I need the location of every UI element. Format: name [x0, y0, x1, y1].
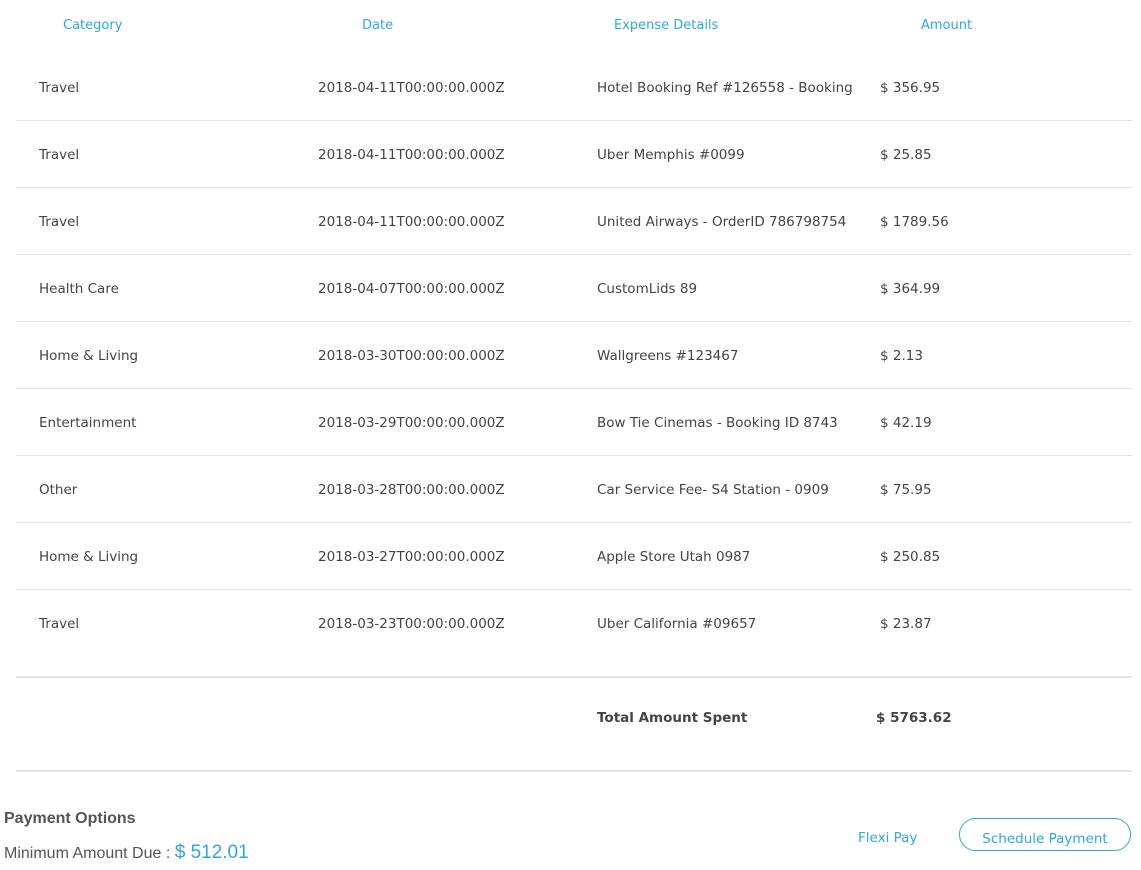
column-header-date: Date	[362, 18, 394, 33]
expense-details-cell: Bow Tie Cinemas - Booking ID 8743	[597, 415, 838, 431]
amount-cell: $ 364.99	[880, 281, 941, 297]
expense-details-cell: Apple Store Utah 0987	[597, 549, 751, 565]
category-cell: Entertainment	[39, 415, 137, 431]
date-cell: 2018-03-23T00:00:00.000Z	[318, 616, 505, 632]
total-divider-top	[16, 676, 1132, 678]
column-header-amount: Amount	[921, 18, 973, 33]
total-divider-bottom	[16, 770, 1132, 772]
category-cell: Health Care	[39, 281, 119, 297]
table-row: Home & Living 2018-03-30T00:00:00.000Z W…	[16, 322, 1132, 389]
table-row: Travel 2018-04-11T00:00:00.000Z United A…	[16, 188, 1132, 255]
category-cell: Home & Living	[39, 549, 139, 565]
expense-table-body: Travel 2018-04-11T00:00:00.000Z Hotel Bo…	[16, 54, 1132, 657]
expense-details-cell: Uber California #09657	[597, 616, 757, 632]
total-amount-label: Total Amount Spent	[597, 710, 748, 726]
minimum-amount-due-value: $ 512.01	[174, 842, 249, 863]
table-row: Travel 2018-04-11T00:00:00.000Z Uber Mem…	[16, 121, 1132, 188]
table-header: Category Date Expense Details Amount	[0, 0, 1141, 54]
table-row: Travel 2018-04-11T00:00:00.000Z Hotel Bo…	[16, 54, 1132, 121]
date-cell: 2018-04-11T00:00:00.000Z	[318, 214, 505, 230]
table-row: Travel 2018-03-23T00:00:00.000Z Uber Cal…	[16, 590, 1132, 657]
amount-cell: $ 1789.56	[880, 214, 949, 230]
minimum-amount-due: Minimum Amount Due : $ 512.01	[4, 842, 249, 864]
amount-cell: $ 23.87	[880, 616, 932, 632]
amount-cell: $ 2.13	[880, 348, 923, 364]
expense-details-cell: United Airways - OrderID 786798754	[597, 214, 847, 230]
amount-cell: $ 75.95	[880, 482, 932, 498]
date-cell: 2018-04-07T00:00:00.000Z	[318, 281, 505, 297]
amount-cell: $ 42.19	[880, 415, 932, 431]
schedule-payment-button[interactable]: Schedule Payment	[959, 818, 1131, 851]
amount-cell: $ 250.85	[880, 549, 941, 565]
date-cell: 2018-04-11T00:00:00.000Z	[318, 147, 505, 163]
table-row: Entertainment 2018-03-29T00:00:00.000Z B…	[16, 389, 1132, 456]
category-cell: Other	[39, 482, 78, 498]
column-header-expense-details: Expense Details	[614, 18, 719, 33]
expense-details-cell: Wallgreens #123467	[597, 348, 739, 364]
table-row: Other 2018-03-28T00:00:00.000Z Car Servi…	[16, 456, 1132, 523]
category-cell: Travel	[39, 80, 80, 96]
expense-details-cell: Hotel Booking Ref #126558 - Booking	[597, 80, 853, 96]
expense-details-cell: Car Service Fee- S4 Station - 0909	[597, 482, 829, 498]
expense-details-cell: Uber Memphis #0099	[597, 147, 745, 163]
table-row: Home & Living 2018-03-27T00:00:00.000Z A…	[16, 523, 1132, 590]
payment-options-title: Payment Options	[4, 810, 136, 827]
category-cell: Travel	[39, 147, 80, 163]
date-cell: 2018-03-29T00:00:00.000Z	[318, 415, 505, 431]
column-header-category: Category	[63, 18, 123, 33]
category-cell: Travel	[39, 616, 80, 632]
flexi-pay-link[interactable]: Flexi Pay	[858, 830, 917, 846]
table-row: Health Care 2018-04-07T00:00:00.000Z Cus…	[16, 255, 1132, 322]
category-cell: Travel	[39, 214, 80, 230]
total-amount-value: $ 5763.62	[876, 710, 952, 726]
amount-cell: $ 25.85	[880, 147, 932, 163]
expense-details-cell: CustomLids 89	[597, 281, 698, 297]
date-cell: 2018-04-11T00:00:00.000Z	[318, 80, 505, 96]
date-cell: 2018-03-27T00:00:00.000Z	[318, 549, 505, 565]
amount-cell: $ 356.95	[880, 80, 941, 96]
minimum-amount-due-label: Minimum Amount Due :	[4, 845, 175, 862]
date-cell: 2018-03-30T00:00:00.000Z	[318, 348, 505, 364]
date-cell: 2018-03-28T00:00:00.000Z	[318, 482, 505, 498]
category-cell: Home & Living	[39, 348, 139, 364]
